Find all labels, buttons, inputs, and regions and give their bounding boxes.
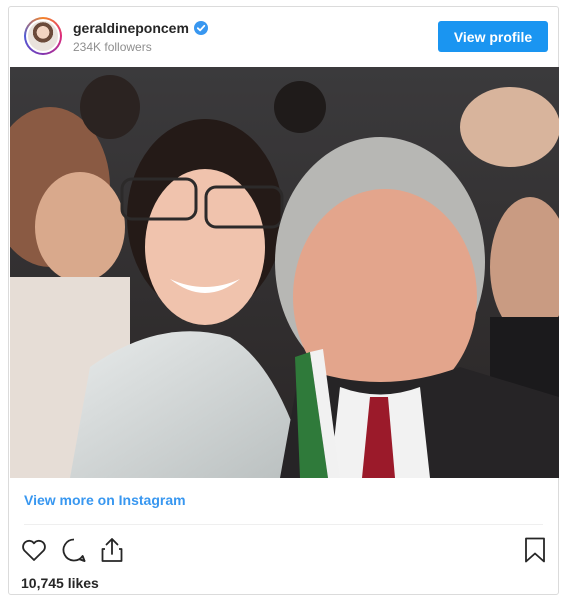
avatar[interactable] (24, 17, 62, 55)
view-profile-button[interactable]: View profile (438, 21, 548, 52)
avatar-photo (28, 21, 58, 51)
heart-icon[interactable] (19, 535, 49, 565)
view-more-link[interactable]: View more on Instagram (24, 492, 186, 508)
like-count: 10,745 likes (21, 575, 99, 591)
follower-count: 234K followers (73, 40, 152, 54)
share-icon[interactable] (97, 535, 127, 565)
username[interactable]: geraldineponcem (73, 20, 189, 36)
bookmark-icon[interactable] (520, 535, 550, 565)
instagram-embed-card: geraldineponcem 234K followers View prof… (8, 6, 559, 595)
avatar-ring-inner (26, 19, 60, 53)
username-row[interactable]: geraldineponcem (73, 20, 208, 36)
post-header: geraldineponcem 234K followers View prof… (9, 7, 558, 67)
post-photo-image (10, 67, 559, 478)
action-bar (9, 535, 558, 567)
post-photo[interactable] (10, 67, 559, 478)
comment-icon[interactable] (59, 535, 89, 565)
divider (24, 524, 543, 525)
verified-badge-icon (193, 21, 208, 35)
